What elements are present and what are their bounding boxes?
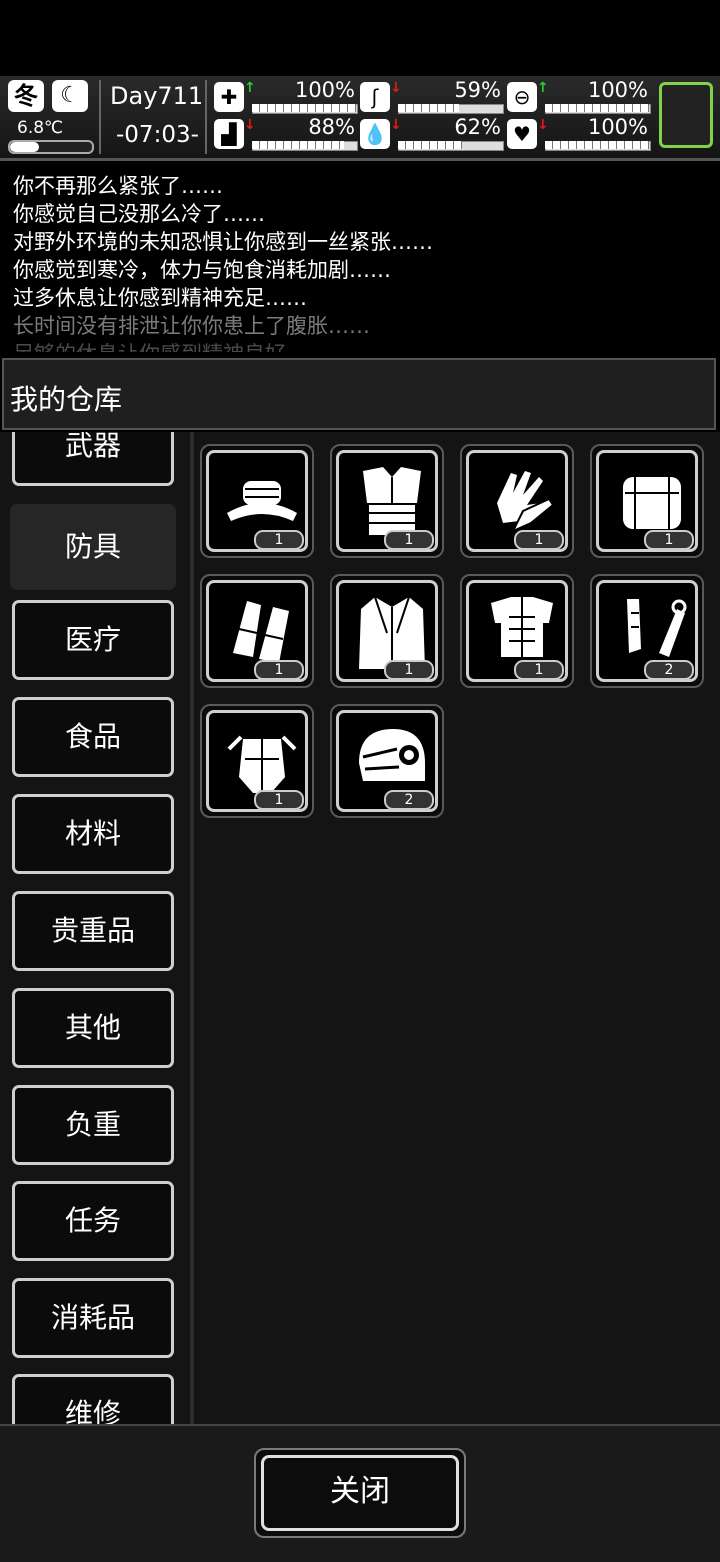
mech-armor-icon [227, 735, 297, 793]
stamina-stat: ▟ ↓ 88% [214, 115, 359, 151]
health-bar-fill [252, 104, 356, 112]
fur-pack-icon [623, 477, 681, 529]
mood-stat: ♥ ↓ 100% [507, 115, 652, 151]
item-grid: 1 1 1 1 1 1 1 2 1 2 [194, 432, 720, 1424]
mood-percent: 100% [587, 115, 648, 139]
item-slot[interactable]: 1 [200, 444, 314, 558]
fur-vest-icon [363, 467, 421, 535]
capsule-icon: ⊖ [507, 82, 537, 112]
log-line: 过多休息让你感到精神充足…… [13, 286, 307, 310]
thermometer-fill [10, 142, 39, 152]
medkit-icon: ✚ [214, 82, 244, 112]
log-line: 足够的休息让你感到精神良好 [13, 338, 286, 352]
category-food[interactable]: 食品 [12, 697, 174, 777]
thirst-percent: 62% [454, 115, 501, 139]
hunger-percent: 59% [454, 78, 501, 102]
trend-down-icon: ↓ [390, 80, 402, 96]
medicine-stat: ⊖ ↑ 100% [507, 78, 652, 114]
water-drop-icon: 💧 [360, 119, 390, 149]
leg-guard-icon [627, 599, 687, 657]
category-medical[interactable]: 医疗 [12, 600, 174, 680]
item-slot[interactable]: 1 [460, 574, 574, 688]
item-quantity: 1 [644, 530, 694, 550]
category-sidebar[interactable]: 武器 防具 医疗 食品 材料 贵重品 其他 负重 任务 消耗品 维修 [0, 432, 194, 1424]
equipped-slot[interactable] [659, 82, 713, 148]
category-quests[interactable]: 任务 [12, 1181, 174, 1261]
item-slot[interactable]: 1 [330, 444, 444, 558]
item-quantity: 1 [514, 660, 564, 680]
combat-helmet-icon [359, 729, 425, 781]
category-armor[interactable]: 防具 [10, 504, 176, 590]
thirst-stat: 💧 ↓ 62% [360, 115, 505, 151]
close-button-label: 关闭 [261, 1455, 459, 1531]
log-line: 你不再那么紧张了…… [13, 174, 223, 198]
health-stat: ✚ ↑ 100% [214, 78, 359, 114]
footer-bar: 关闭 [0, 1424, 720, 1562]
item-quantity: 1 [254, 790, 304, 810]
item-quantity: 2 [644, 660, 694, 680]
item-quantity: 2 [384, 790, 434, 810]
item-quantity: 1 [384, 530, 434, 550]
item-slot[interactable]: 2 [590, 574, 704, 688]
stamina-percent: 88% [308, 115, 355, 139]
item-quantity: 1 [384, 660, 434, 680]
item-slot[interactable]: 1 [460, 444, 574, 558]
item-quantity: 1 [254, 660, 304, 680]
panel-title: 我的仓库 [10, 383, 123, 416]
log-line: 对野外环境的未知恐惧让你感到一丝紧张…… [13, 230, 433, 254]
trend-up-icon: ↑ [537, 80, 549, 96]
trend-up-icon: ↑ [244, 80, 256, 96]
status-hud: 冬 ☾ 6.8℃ Day711 -07:03- ✚ ↑ 100% ʃ ↓ 59%… [0, 76, 720, 161]
item-slot[interactable]: 1 [330, 574, 444, 688]
mood-bar-fill [545, 141, 649, 149]
item-quantity: 1 [254, 530, 304, 550]
stamina-bar-fill [252, 141, 344, 149]
category-materials[interactable]: 材料 [12, 794, 174, 874]
item-slot[interactable]: 1 [590, 444, 704, 558]
trend-down-icon: ↓ [390, 117, 402, 133]
item-quantity: 1 [514, 530, 564, 550]
medicine-bar-fill [545, 104, 649, 112]
trend-down-icon: ↓ [244, 117, 256, 133]
temperature-label: 6.8℃ [17, 118, 64, 138]
category-weapons[interactable]: 武器 [12, 432, 174, 486]
fur-bracers-icon [233, 601, 289, 663]
category-valuables[interactable]: 贵重品 [12, 891, 174, 971]
category-repair[interactable]: 维修 [12, 1374, 174, 1424]
warehouse-header: 我的仓库 [2, 358, 716, 430]
trend-down-icon: ↓ [537, 117, 549, 133]
stomach-icon: ʃ [360, 82, 390, 112]
body-armor-icon [491, 597, 553, 657]
medicine-percent: 100% [587, 78, 648, 102]
thirst-bar-fill [398, 141, 462, 149]
boot-icon: ▟ [214, 119, 244, 149]
message-log: 你不再那么紧张了…… 你感觉自己没那么冷了…… 对野外环境的未知恐惧让你感到一丝… [0, 162, 720, 352]
heart-icon: ♥ [507, 119, 537, 149]
gloves-icon [497, 471, 555, 534]
category-load[interactable]: 负重 [12, 1085, 174, 1165]
item-slot[interactable]: 2 [330, 704, 444, 818]
game-clock: -07:03- [116, 122, 199, 148]
season-badge: 冬 [8, 80, 44, 112]
health-percent: 100% [294, 78, 355, 102]
divider [99, 80, 101, 154]
thermometer-bar [8, 140, 94, 154]
category-other[interactable]: 其他 [12, 988, 174, 1068]
category-consumables[interactable]: 消耗品 [12, 1278, 174, 1358]
fur-hat-icon [227, 481, 297, 521]
hunger-stat: ʃ ↓ 59% [360, 78, 505, 114]
log-line: 你感觉自己没那么冷了…… [13, 202, 265, 226]
log-line: 长时间没有排泄让你你患上了腹胀…… [13, 314, 370, 338]
divider [205, 80, 207, 154]
day-counter: Day711 [110, 82, 204, 110]
item-slot[interactable]: 1 [200, 574, 314, 688]
item-slot[interactable]: 1 [200, 704, 314, 818]
log-line: 你感觉到寒冷，体力与饱食消耗加剧…… [13, 258, 391, 282]
close-button[interactable]: 关闭 [254, 1448, 466, 1538]
hunger-bar-fill [398, 104, 459, 112]
moon-icon: ☾ [52, 80, 88, 112]
